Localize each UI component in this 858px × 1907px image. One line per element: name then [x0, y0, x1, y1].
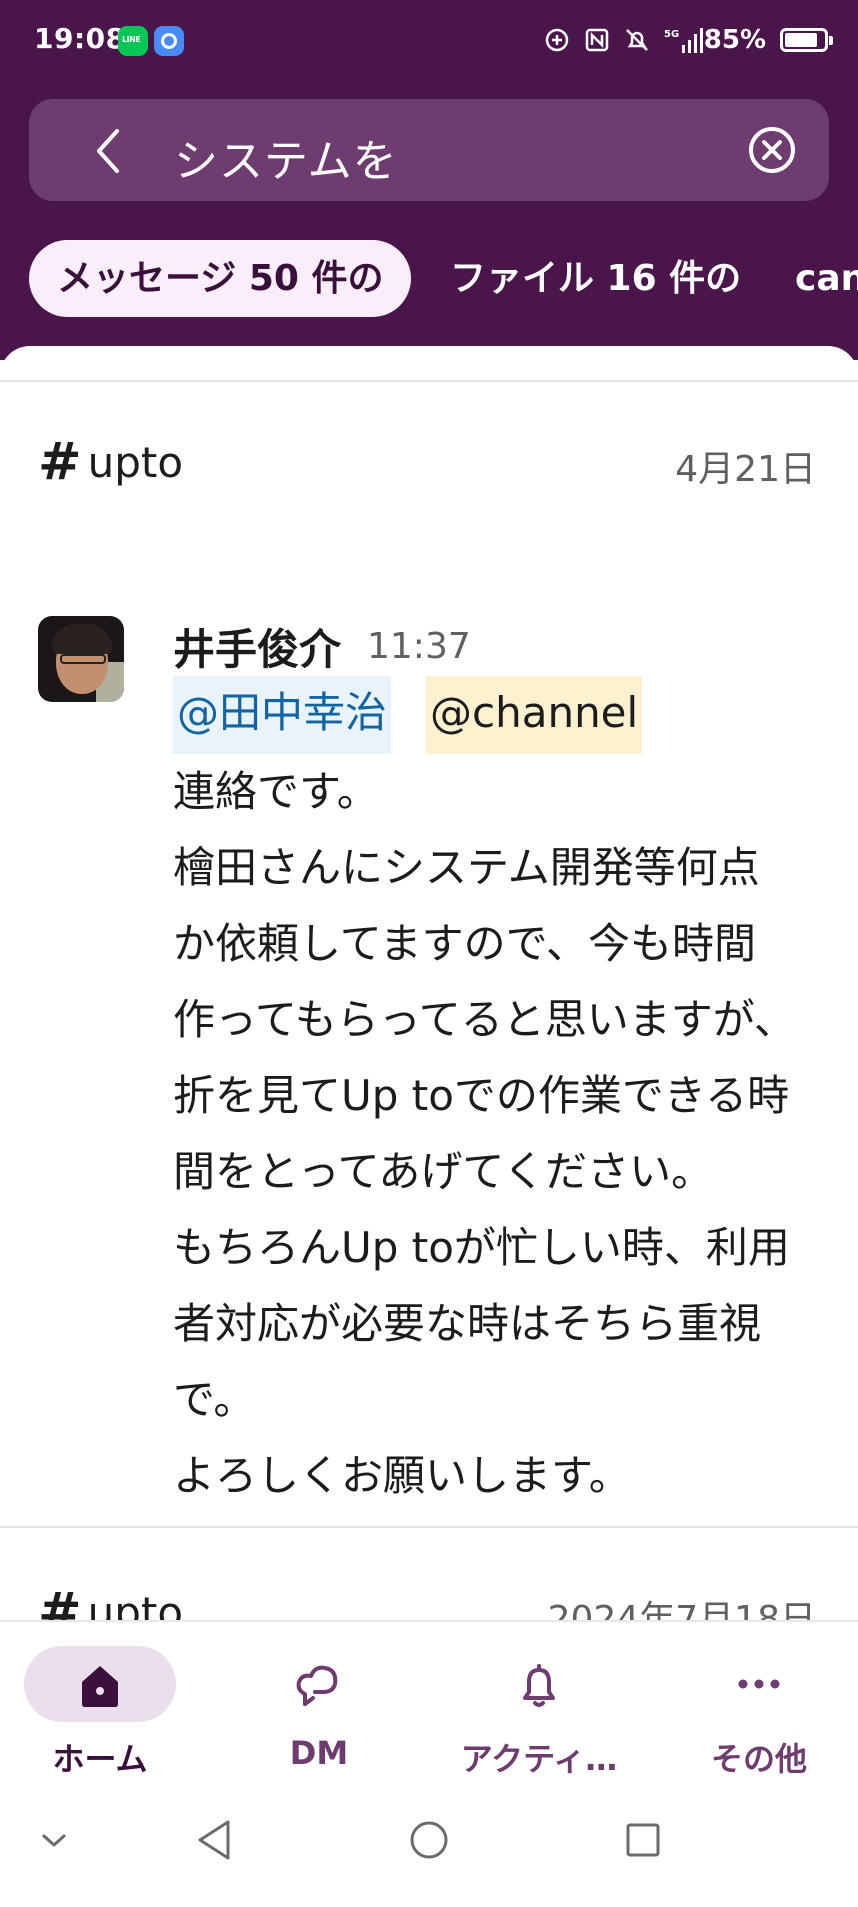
nav-more[interactable]: その他 — [659, 1646, 858, 1778]
signal-5g-icon: 5G — [664, 27, 703, 53]
message-date: 4月21日 — [675, 449, 816, 490]
line-app-icon: LINE — [118, 26, 148, 56]
channel-mention: @channel — [426, 676, 643, 754]
message-line: 折を見てUp toでの作業できる時 — [173, 1071, 790, 1120]
message-line: もちろんUp toが忙しい時、利用 — [173, 1223, 790, 1272]
status-time: 19:08 — [34, 22, 126, 55]
nfc-icon — [584, 27, 610, 53]
system-home-button[interactable] — [399, 1810, 459, 1870]
back-button[interactable] — [81, 123, 137, 179]
message-line: 連絡です。 — [173, 767, 379, 816]
bell-icon — [523, 1664, 555, 1707]
nav-label: DM — [289, 1734, 349, 1772]
message-line: 者対応が必要な時はそちら重視 — [173, 1299, 762, 1348]
avatar[interactable] — [38, 616, 124, 702]
nav-activity[interactable]: アクティ… — [439, 1646, 639, 1778]
svg-text:5G: 5G — [664, 29, 679, 40]
nav-label: ホーム — [52, 1740, 148, 1778]
message-line: で。 — [173, 1375, 256, 1424]
author-name[interactable]: 井手俊介 — [173, 616, 341, 677]
status-icons: 5G 85% — [544, 22, 833, 58]
bottom-nav: ホーム DM アクティ… その他 — [0, 1620, 858, 1780]
hide-keyboard-button[interactable] — [24, 1810, 84, 1870]
message-line: か依頼してますので、今も時間 — [173, 919, 756, 968]
message-line: 間をとってあげてください。 — [173, 1147, 714, 1196]
system-nav-bar — [0, 1780, 858, 1907]
close-circle-icon — [749, 127, 795, 173]
channel-name[interactable]: # upto — [38, 436, 183, 488]
nav-label: その他 — [710, 1740, 807, 1778]
clear-search-button[interactable] — [747, 125, 797, 175]
hash-icon: # — [38, 432, 82, 492]
message-line: 作ってもらってると思いますが、 — [173, 995, 796, 1044]
app-header: 19:08 LINE 5G 85% システムを メッセージ 50 件の ファイル… — [0, 0, 858, 360]
status-bar: 19:08 LINE 5G 85% — [0, 0, 858, 80]
chevron-left-icon — [97, 129, 119, 173]
data-saver-icon — [544, 27, 570, 53]
home-icon — [82, 1666, 118, 1707]
system-back-button[interactable] — [184, 1810, 244, 1870]
message-time: 11:37 — [367, 626, 471, 667]
divider — [0, 380, 858, 382]
nav-home[interactable]: ホーム — [0, 1646, 200, 1778]
search-results: # upto 4月21日 井手俊介 11:37 @田中幸治 @channel 連… — [0, 346, 858, 1636]
mute-bell-icon — [624, 27, 650, 53]
search-bar[interactable]: システムを — [29, 99, 829, 201]
square-recents-icon — [626, 1823, 660, 1857]
system-recents-button[interactable] — [613, 1810, 673, 1870]
chrome-app-icon — [154, 26, 184, 56]
nav-label: アクティ… — [460, 1740, 618, 1778]
result-divider — [0, 1526, 858, 1528]
channel-label: upto — [87, 437, 184, 487]
dm-icon — [296, 1665, 338, 1706]
nav-dm[interactable]: DM — [219, 1646, 419, 1776]
user-mention[interactable]: @田中幸治 — [173, 676, 392, 754]
tab-messages[interactable]: メッセージ 50 件の — [29, 240, 412, 317]
more-icon — [738, 1679, 780, 1689]
search-input[interactable]: システムを — [174, 125, 398, 189]
battery-icon — [780, 28, 833, 52]
battery-percent: 85% — [703, 25, 766, 55]
message-line: 檜田さんにシステム開発等何点 — [173, 843, 760, 892]
triangle-back-icon — [198, 1820, 230, 1860]
chevron-down-icon — [42, 1834, 66, 1847]
result-type-tabs: メッセージ 50 件の ファイル 16 件の canv — [0, 240, 858, 320]
message-line: よろしくお願いします。 — [173, 1451, 631, 1500]
tab-files[interactable]: ファイル 16 件の — [420, 240, 771, 317]
tab-canvases[interactable]: canv — [765, 240, 858, 317]
circle-home-icon — [410, 1821, 448, 1859]
